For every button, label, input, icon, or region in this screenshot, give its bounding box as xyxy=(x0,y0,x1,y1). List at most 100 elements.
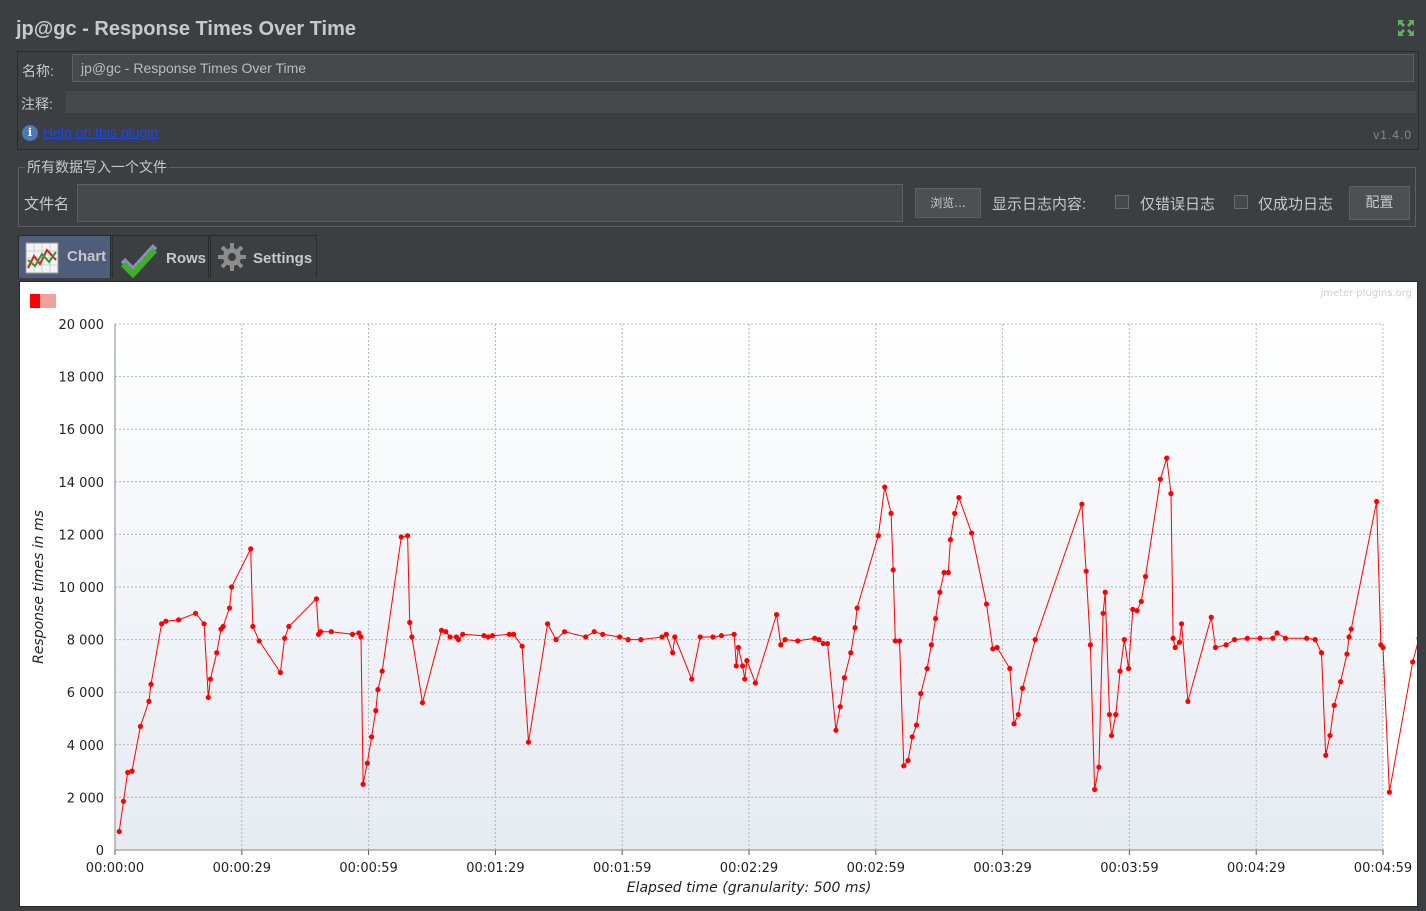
data-point xyxy=(1337,679,1344,685)
data-point xyxy=(364,760,370,766)
data-point xyxy=(952,510,958,516)
data-point xyxy=(409,634,415,640)
data-point xyxy=(286,623,292,630)
tab-chart-label: Chart xyxy=(67,248,107,265)
data-point xyxy=(672,634,678,640)
tab-rows[interactable]: Rows xyxy=(112,235,209,278)
comment-input[interactable] xyxy=(66,91,1416,113)
data-point xyxy=(328,629,334,635)
data-point xyxy=(1416,635,1422,641)
gear-icon xyxy=(218,243,246,271)
y-axis-title: Response times in ms xyxy=(31,510,47,664)
y-tick-label: 6 000 xyxy=(67,686,104,701)
data-point xyxy=(875,533,881,539)
legend-swatch-fade xyxy=(40,294,56,308)
tab-settings[interactable]: Settings xyxy=(210,235,317,278)
errors-only-label: 仅错误日志 xyxy=(1140,196,1216,213)
browse-button[interactable]: 浏览... xyxy=(915,188,981,218)
x-tick-label: 00:00:59 xyxy=(339,861,397,876)
data-point xyxy=(250,623,256,630)
configure-button[interactable]: 配置 xyxy=(1349,186,1410,220)
data-point xyxy=(561,629,568,635)
data-point xyxy=(1092,786,1098,793)
data-point xyxy=(824,640,831,647)
window-title: jp@gc - Response Times Over Time xyxy=(16,18,356,40)
data-point xyxy=(901,763,907,769)
data-point xyxy=(489,633,496,639)
x-axis-title: Elapsed time (granularity: 500 ms) xyxy=(627,880,872,896)
data-point xyxy=(192,610,199,616)
data-point xyxy=(735,644,741,651)
data-point xyxy=(1208,614,1214,620)
errors-only-checkbox[interactable] xyxy=(1115,195,1129,209)
data-point xyxy=(795,638,801,644)
data-point xyxy=(1015,711,1021,718)
data-point xyxy=(419,700,426,706)
data-point xyxy=(1108,732,1115,739)
data-point xyxy=(1168,491,1174,497)
data-point xyxy=(1113,711,1119,718)
data-point xyxy=(740,663,746,669)
name-input[interactable]: jp@gc - Response Times Over Time xyxy=(72,54,1414,82)
data-point xyxy=(1100,610,1106,616)
data-point xyxy=(670,650,676,656)
data-point xyxy=(782,637,788,643)
data-point xyxy=(1087,642,1093,648)
data-point xyxy=(1178,621,1185,627)
group-legend: 所有数据写入一个文件 xyxy=(27,159,167,175)
data-point xyxy=(888,510,894,516)
data-point xyxy=(1318,650,1325,656)
data-point xyxy=(1348,626,1354,632)
data-point xyxy=(525,739,532,745)
y-tick-label: 4 000 xyxy=(67,739,104,754)
data-point xyxy=(945,569,951,576)
data-point xyxy=(176,617,182,623)
filename-input[interactable] xyxy=(77,184,903,222)
data-point xyxy=(163,618,169,624)
data-point xyxy=(544,621,551,627)
data-point xyxy=(1386,789,1392,795)
data-point xyxy=(373,708,379,714)
x-tick-label: 00:01:29 xyxy=(466,861,524,876)
x-tick-label: 00:00:29 xyxy=(213,861,271,876)
data-point xyxy=(1096,764,1102,770)
data-point xyxy=(1257,635,1263,641)
data-point xyxy=(201,621,207,627)
data-point xyxy=(854,605,860,611)
data-point xyxy=(137,723,144,729)
tab-chart[interactable]: Chart xyxy=(18,235,111,278)
help-link[interactable]: Help on this plugin xyxy=(43,124,158,140)
watermark-text: jmeter-plugins.org xyxy=(1319,288,1412,299)
data-point xyxy=(205,694,211,701)
data-point xyxy=(718,633,725,639)
y-tick-label: 14 000 xyxy=(59,476,105,491)
data-point xyxy=(129,768,135,774)
data-point xyxy=(207,676,214,682)
data-point xyxy=(837,704,843,710)
data-point xyxy=(778,642,784,648)
x-tick-label: 00:01:59 xyxy=(593,861,651,876)
data-point xyxy=(848,650,854,656)
data-point xyxy=(896,638,903,644)
success-only-checkbox[interactable] xyxy=(1234,195,1248,209)
x-tick-label: 00:02:59 xyxy=(847,861,905,876)
data-point xyxy=(1117,668,1123,674)
data-point xyxy=(368,734,375,740)
data-point xyxy=(1331,702,1337,708)
data-point xyxy=(1223,642,1229,648)
y-tick-label: 8 000 xyxy=(67,634,104,649)
data-point xyxy=(511,631,517,637)
data-point xyxy=(146,698,152,705)
data-point xyxy=(1138,598,1144,605)
data-point xyxy=(663,631,669,637)
data-point xyxy=(913,722,920,728)
data-point xyxy=(1142,573,1149,580)
data-point xyxy=(1410,659,1416,665)
info-icon: i xyxy=(22,125,38,141)
data-point xyxy=(638,637,644,643)
data-point xyxy=(1157,476,1163,482)
expand-icon[interactable] xyxy=(1396,18,1416,38)
tab-rows-label: Rows xyxy=(166,250,207,267)
data-point xyxy=(890,567,896,573)
data-point xyxy=(405,533,411,539)
